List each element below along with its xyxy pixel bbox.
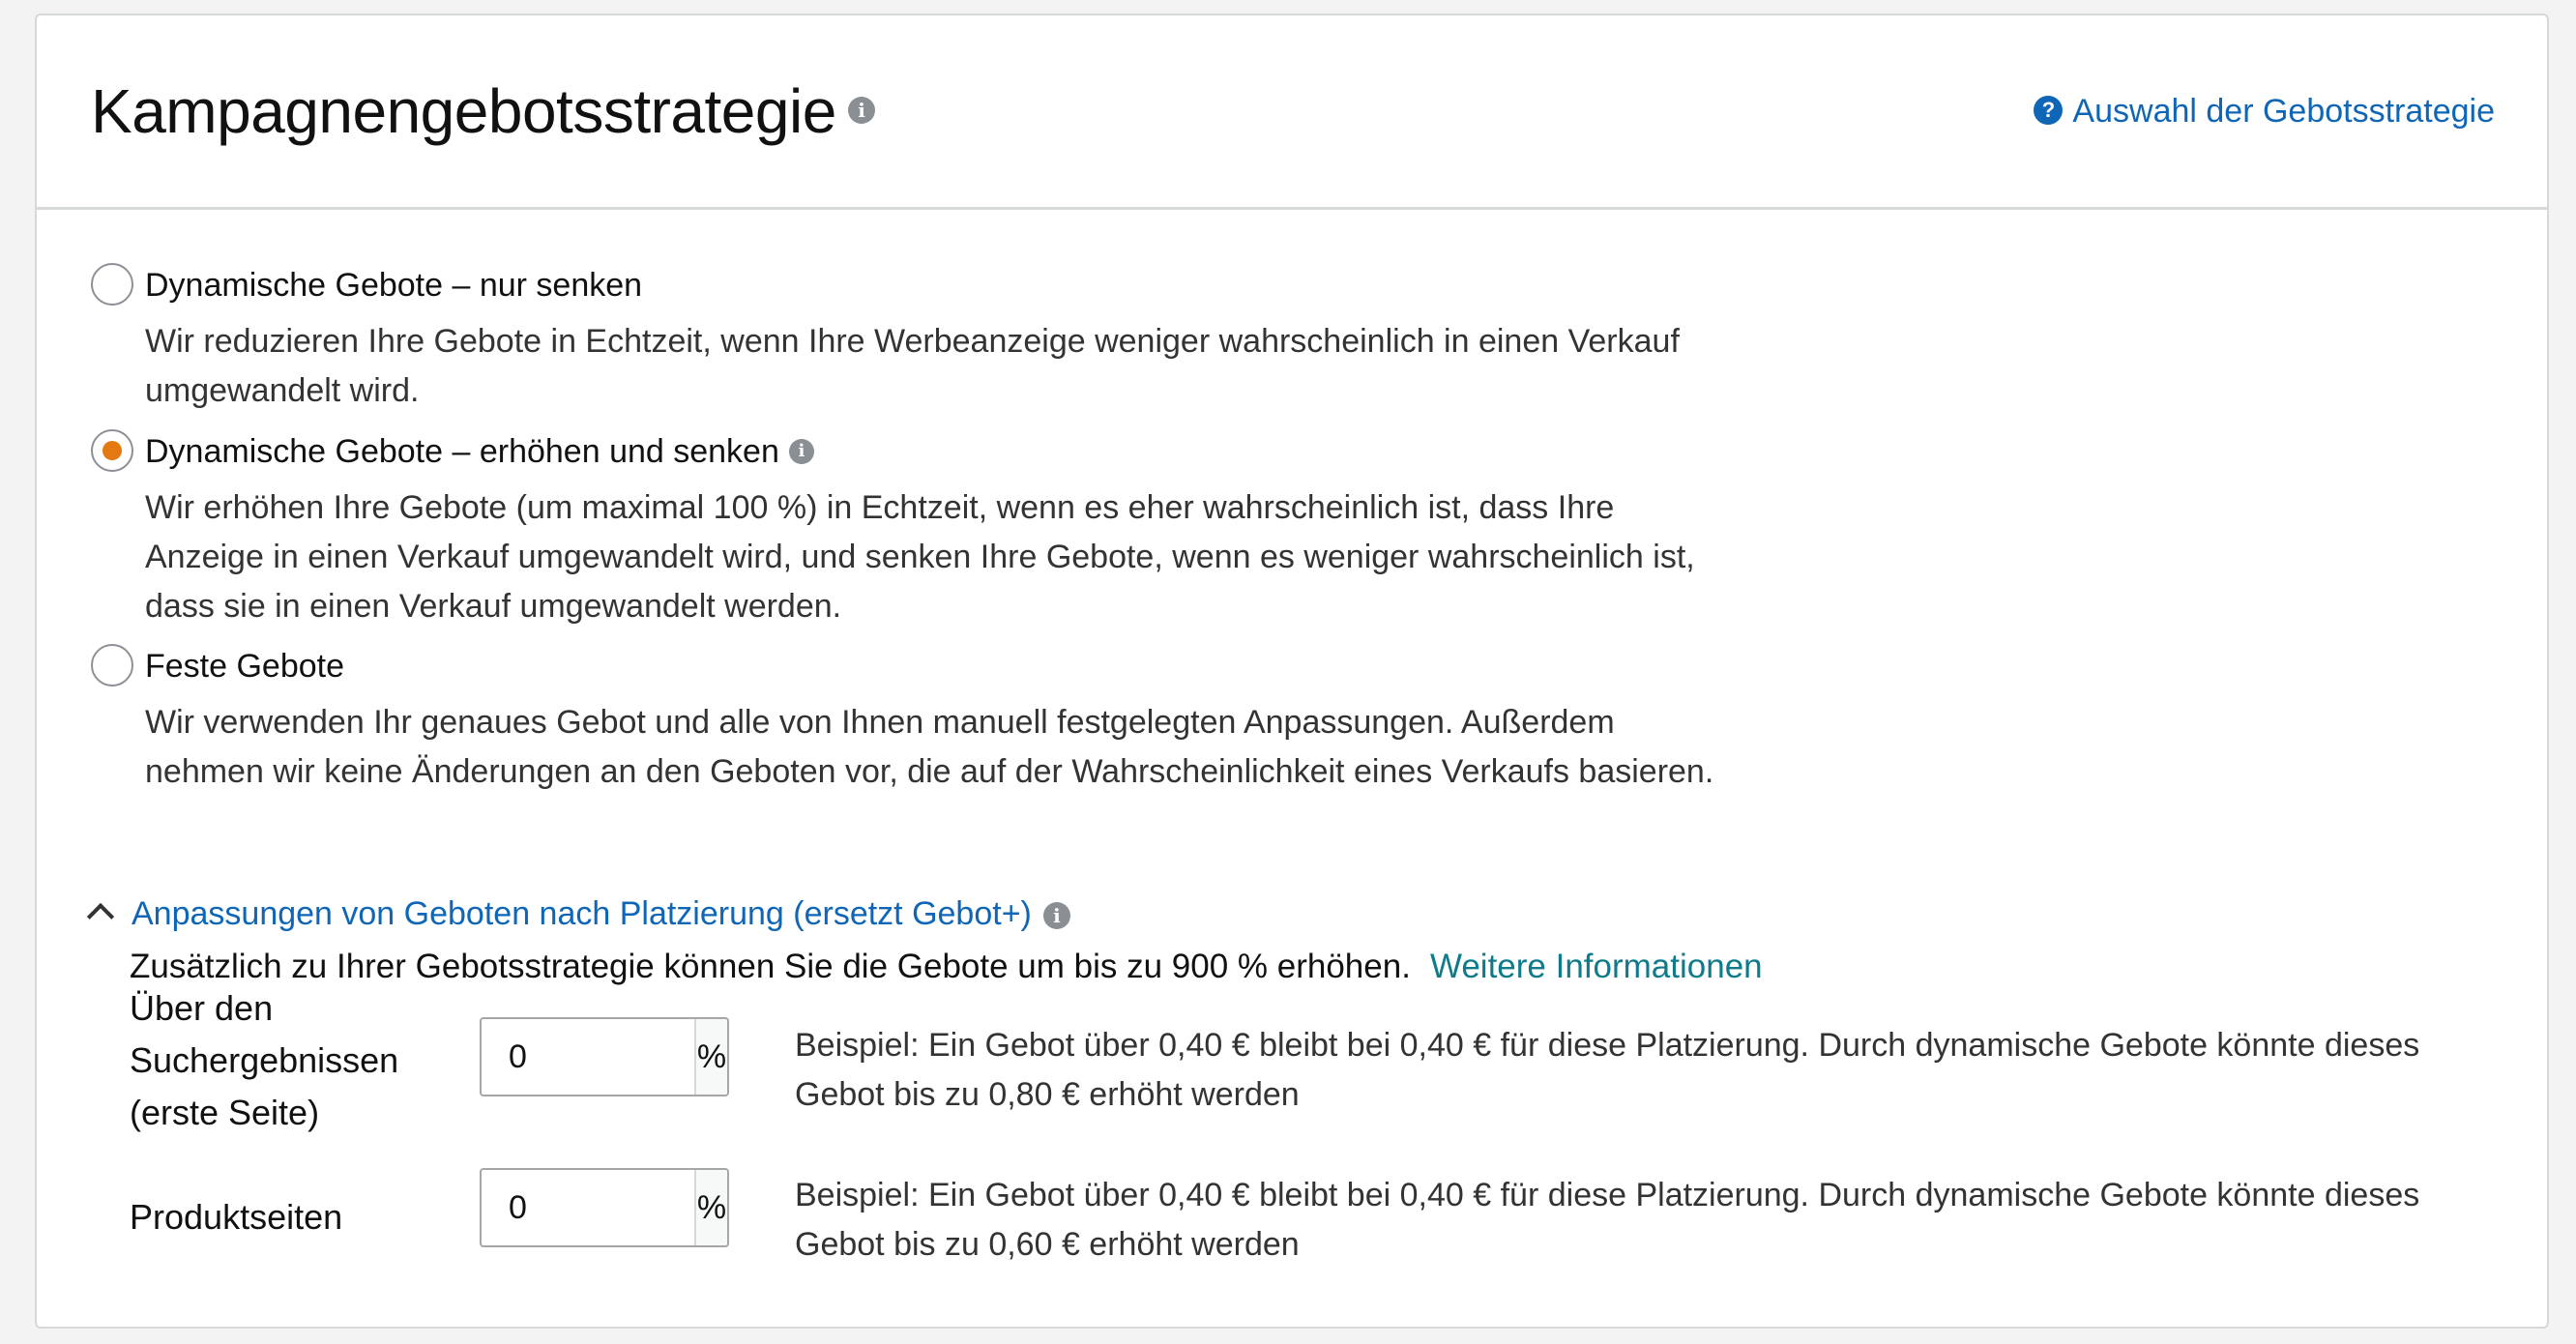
option-label-text: Dynamische Gebote – erhöhen und senken bbox=[145, 433, 779, 470]
percent-suffix: % bbox=[694, 1170, 727, 1245]
top-of-search-percent-input[interactable] bbox=[482, 1019, 694, 1095]
info-icon[interactable]: i bbox=[847, 97, 875, 125]
question-circle-icon: ? bbox=[2034, 96, 2064, 126]
radio-down-only[interactable] bbox=[91, 263, 133, 306]
placement-label-top-of-search: Über den Suchergebnissen (erste Seite) bbox=[130, 988, 399, 1132]
option-description: Wir reduzieren Ihre Gebote in Echtzeit, … bbox=[145, 323, 1680, 409]
product-pages-percent-input[interactable] bbox=[482, 1170, 694, 1245]
placement-intro: Zusätzlich zu Ihrer Gebotsstrategie könn… bbox=[130, 948, 1763, 986]
option-description: Wir erhöhen Ihre Gebote (um maximal 100 … bbox=[145, 489, 1695, 625]
option-label[interactable]: Dynamische Gebote – erhöhen und senken i bbox=[145, 433, 814, 471]
top-of-search-input-group: % bbox=[480, 1017, 729, 1096]
more-info-link[interactable]: Weitere Informationen bbox=[1430, 948, 1763, 985]
radio-up-and-down[interactable] bbox=[91, 429, 133, 472]
strategy-help-link[interactable]: ? Auswahl der Gebotsstrategie bbox=[2034, 93, 2495, 131]
placement-label-product-pages: Produktseiten bbox=[130, 1197, 343, 1237]
page-title: Kampagnengebotsstrategie i bbox=[91, 75, 875, 147]
option-description: Wir verwenden Ihr genaues Gebot und alle… bbox=[145, 704, 1714, 790]
help-link-label: Auswahl der Gebotsstrategie bbox=[2072, 93, 2495, 130]
top-of-search-example: Beispiel: Ein Gebot über 0,40 € bleibt b… bbox=[795, 1027, 2420, 1113]
option-label[interactable]: Dynamische Gebote – nur senken bbox=[145, 267, 642, 305]
info-icon[interactable]: i bbox=[1042, 902, 1070, 930]
intro-text: Zusätzlich zu Ihrer Gebotsstrategie könn… bbox=[130, 948, 1411, 985]
placement-adjustments-toggle[interactable]: Anpassungen von Geboten nach Platzierung… bbox=[86, 895, 1070, 933]
title-text: Kampagnengebotsstrategie bbox=[91, 76, 836, 146]
info-icon[interactable]: i bbox=[788, 439, 814, 465]
option-label[interactable]: Feste Gebote bbox=[145, 648, 344, 686]
percent-suffix: % bbox=[694, 1019, 727, 1095]
radio-fixed[interactable] bbox=[91, 644, 133, 687]
product-pages-example: Beispiel: Ein Gebot über 0,40 € bleibt b… bbox=[795, 1177, 2420, 1263]
panel-header: Kampagnengebotsstrategie i ? Auswahl der G… bbox=[37, 15, 2547, 210]
toggle-label: Anpassungen von Geboten nach Platzierung… bbox=[132, 895, 1032, 932]
bidding-strategy-panel: Kampagnengebotsstrategie i ? Auswahl der G… bbox=[35, 14, 2549, 1329]
product-pages-input-group: % bbox=[480, 1168, 729, 1247]
chevron-up-icon bbox=[86, 902, 115, 931]
